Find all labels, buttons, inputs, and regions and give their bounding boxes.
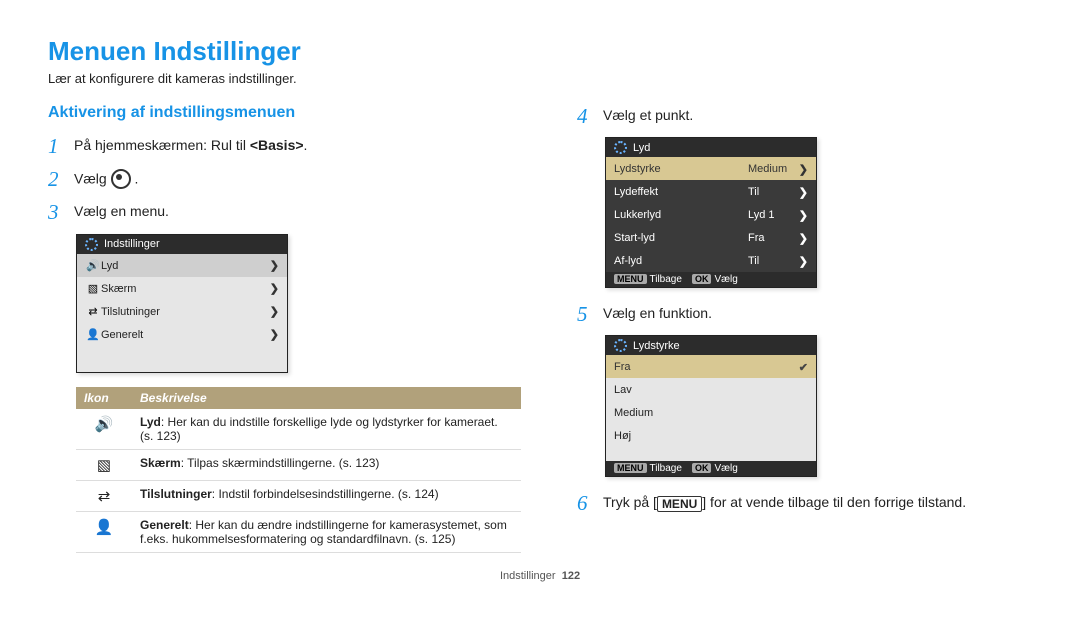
step-number: 4 bbox=[577, 104, 603, 129]
step-number: 6 bbox=[577, 491, 603, 516]
chevron-right-icon: ❯ bbox=[798, 255, 808, 268]
menu-item-value: Til bbox=[748, 186, 798, 198]
gear-icon bbox=[85, 238, 98, 251]
page-title: Menuen Indstillinger bbox=[48, 36, 1032, 67]
step-number: 2 bbox=[48, 167, 74, 192]
steps-left: 1 På hjemmeskærmen: Rul til <Basis>. 2 V… bbox=[48, 134, 521, 226]
menu-button-icon: MENU bbox=[614, 274, 647, 284]
menu-item-label: Start-lyd bbox=[614, 232, 748, 244]
steps-right-5: 5 Vælg en funktion. bbox=[577, 302, 1007, 327]
screen-icon: ▧ bbox=[76, 449, 132, 480]
sound-icon: 🔊 bbox=[76, 409, 132, 450]
menu-button-icon: MENU bbox=[614, 463, 647, 473]
chevron-right-icon: ❯ bbox=[798, 163, 808, 176]
menu-item-value: Fra bbox=[748, 232, 798, 244]
menu-title: Indstillinger bbox=[104, 238, 160, 250]
chevron-right-icon: ❯ bbox=[269, 305, 279, 318]
menu-item-label: Generelt bbox=[101, 329, 269, 341]
camera-menu-settings: Indstillinger 🔊 Lyd ❯ ▧ Skærm ❯ ⇄ Tilslu… bbox=[76, 234, 288, 373]
menu-item-label: Skærm bbox=[101, 283, 269, 295]
menu-item-label: Lydeffekt bbox=[614, 186, 748, 198]
menu-item-value: Medium bbox=[748, 163, 798, 175]
icon-description-table: Ikon Beskrivelse 🔊 Lyd: Her kan du indst… bbox=[76, 387, 521, 553]
connections-icon: ⇄ bbox=[85, 305, 101, 318]
steps-right-6: 6 Tryk på [MENU] for at vende tilbage ti… bbox=[577, 491, 1007, 516]
menu-item-label: Lyd bbox=[101, 260, 269, 272]
connections-icon: ⇄ bbox=[76, 480, 132, 511]
right-column: 4 Vælg et punkt. Lyd Lydstyrke Medium ❯ … bbox=[577, 104, 1007, 553]
step-number: 3 bbox=[48, 200, 74, 225]
general-icon: 👤 bbox=[85, 328, 101, 341]
menu-title: Lydstyrke bbox=[633, 340, 680, 352]
step-text: Vælg et punkt. bbox=[603, 104, 693, 123]
step-text: Vælg en menu. bbox=[74, 200, 169, 219]
step-text: På hjemmeskærmen: Rul til <Basis>. bbox=[74, 134, 307, 153]
step-text: Vælg en funktion. bbox=[603, 302, 712, 321]
menu-item-label: Lav bbox=[614, 384, 808, 396]
chevron-right-icon: ❯ bbox=[798, 186, 808, 199]
gear-icon bbox=[614, 141, 627, 154]
left-column: Aktivering af indstillingsmenuen 1 På hj… bbox=[48, 104, 521, 553]
table-row: ⇄ Tilslutninger: Indstil forbindelsesind… bbox=[76, 480, 521, 511]
page-footer: Indstillinger 122 bbox=[0, 570, 1080, 582]
table-header-icon: Ikon bbox=[76, 387, 132, 409]
chevron-right-icon: ❯ bbox=[269, 282, 279, 295]
table-header-desc: Beskrivelse bbox=[132, 387, 521, 409]
chevron-right-icon: ❯ bbox=[798, 232, 808, 245]
ok-button-icon: OK bbox=[692, 463, 712, 473]
screen-icon: ▧ bbox=[85, 282, 101, 295]
menu-item-value: Til bbox=[748, 255, 798, 267]
menu-item-value: Lyd 1 bbox=[748, 209, 798, 221]
step-text: Vælg . bbox=[74, 167, 138, 190]
table-row: 🔊 Lyd: Her kan du indstille forskellige … bbox=[76, 409, 521, 450]
page-subtitle: Lær at konfigurere dit kameras indstilli… bbox=[48, 71, 1032, 86]
menu-title: Lyd bbox=[633, 142, 650, 154]
menu-item-label: Fra bbox=[614, 361, 799, 373]
ok-button-icon: OK bbox=[692, 274, 712, 284]
menu-item-label: Lukkerlyd bbox=[614, 209, 748, 221]
menu-item-label: Høj bbox=[614, 430, 808, 442]
chevron-right-icon: ❯ bbox=[269, 328, 279, 341]
step-number: 1 bbox=[48, 134, 74, 159]
table-row: 👤 Generelt: Her kan du ændre indstilling… bbox=[76, 511, 521, 552]
menu-item-label: Tilslutninger bbox=[101, 306, 269, 318]
camera-menu-volume: Lydstyrke Fra ✔ Lav Medium Høj MENUTilba… bbox=[605, 335, 817, 477]
step-number: 5 bbox=[577, 302, 603, 327]
table-row: ▧ Skærm: Tilpas skærmindstillingerne. (s… bbox=[76, 449, 521, 480]
sound-icon: 🔊 bbox=[85, 259, 101, 272]
dial-icon bbox=[111, 169, 131, 189]
steps-right-4: 4 Vælg et punkt. bbox=[577, 104, 1007, 129]
menu-item-label: Lydstyrke bbox=[614, 163, 748, 175]
camera-menu-sound: Lyd Lydstyrke Medium ❯ Lydeffekt Til ❯ L… bbox=[605, 137, 817, 288]
chevron-right-icon: ❯ bbox=[798, 209, 808, 222]
step-text: Tryk på [MENU] for at vende tilbage til … bbox=[603, 491, 966, 511]
section-heading: Aktivering af indstillingsmenuen bbox=[48, 104, 521, 122]
gear-icon bbox=[614, 339, 627, 352]
menu-item-label: Medium bbox=[614, 407, 808, 419]
menu-button-icon: MENU bbox=[657, 496, 702, 512]
chevron-right-icon: ❯ bbox=[269, 259, 279, 272]
check-icon: ✔ bbox=[799, 361, 808, 374]
menu-item-label: Af-lyd bbox=[614, 255, 748, 267]
general-icon: 👤 bbox=[76, 511, 132, 552]
